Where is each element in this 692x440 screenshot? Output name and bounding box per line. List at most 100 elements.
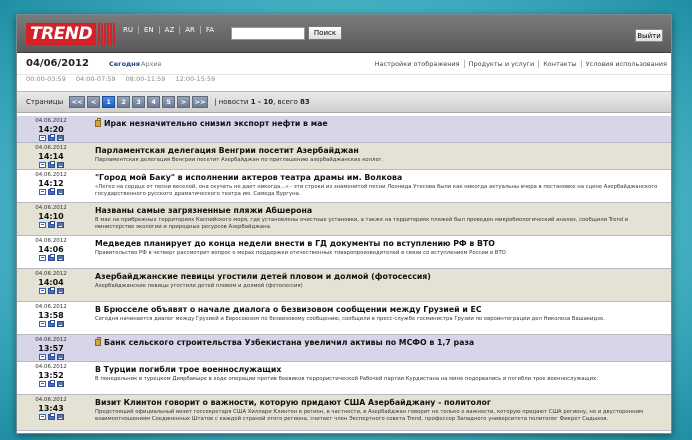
news-row[interactable]: 04.06.2012 14:20 Ирак незначительно сниз… (17, 116, 671, 143)
news-row[interactable]: 04.06.2012 14:14 Парламентская делегация… (17, 143, 671, 170)
pager-page-3[interactable]: 3 (132, 96, 146, 108)
email-icon[interactable] (56, 135, 64, 141)
news-meta: 04.06.2012 13:52 (17, 362, 85, 394)
news-meta: 04.06.2012 14:10 (17, 203, 85, 235)
pager-page-1[interactable]: 1 (102, 96, 116, 108)
news-row[interactable]: 04.06.2012 13:52 В Турции погибли трое в… (17, 362, 671, 395)
news-time: 13:43 (38, 404, 64, 413)
time-range-3[interactable]: 12:00-15:59 (175, 75, 215, 87)
news-row[interactable]: 04.06.2012 14:10 Названы самые загрязнен… (17, 203, 671, 236)
news-actions (17, 188, 85, 195)
search-button[interactable]: Поиск (308, 26, 342, 40)
news-time: 14:04 (38, 278, 64, 287)
news-title[interactable]: Медведев планирует до конца недели внест… (95, 239, 665, 249)
news-row[interactable]: 04.06.2012 13:43 Визит Клинтон говорит о… (17, 395, 671, 431)
trend-logo[interactable]: TREND (26, 23, 116, 45)
lang-ar[interactable]: AR (179, 26, 200, 34)
print-icon[interactable] (47, 320, 55, 327)
news-actions (17, 134, 85, 141)
news-title[interactable]: В Брюсселе объявят о начале диалога о бе… (95, 305, 665, 315)
open-document-icon[interactable] (38, 414, 46, 420)
email-icon[interactable] (56, 222, 64, 228)
open-document-icon[interactable] (38, 321, 46, 327)
open-document-icon[interactable] (38, 222, 46, 228)
email-icon[interactable] (56, 255, 64, 261)
news-row[interactable]: 04.06.2012 13:57 Банк сельского строител… (17, 335, 671, 362)
nav-terms[interactable]: Условия использования (580, 60, 671, 68)
pager-page-2[interactable]: 2 (117, 96, 131, 108)
news-title[interactable]: Визит Клинтон говорит о важности, котору… (95, 398, 665, 408)
open-document-icon[interactable] (38, 288, 46, 294)
lang-en[interactable]: EN (138, 26, 159, 34)
news-row[interactable]: 04.06.2012 14:06 Медведев планирует до к… (17, 236, 671, 269)
news-date: 04.06.2012 (35, 118, 67, 124)
open-document-icon[interactable] (38, 255, 46, 261)
nav-display-settings[interactable]: Настройки отображения (371, 60, 464, 68)
pager-label: Страницы (26, 98, 64, 106)
exit-button[interactable]: Выйти (635, 29, 663, 42)
news-row[interactable]: 04.06.2012 14:04 Азербайджанские певицы … (17, 269, 671, 302)
news-title-text: Ирак незначительно снизил экспорт нефти … (104, 119, 328, 128)
email-icon[interactable] (56, 321, 64, 327)
email-icon[interactable] (56, 414, 64, 420)
open-document-icon[interactable] (38, 162, 46, 168)
news-title[interactable]: Парламентская делегация Венгрии посетит … (95, 146, 665, 156)
pager-prev-button[interactable]: < (87, 96, 101, 108)
news-title[interactable]: Ирак незначительно снизил экспорт нефти … (95, 118, 665, 129)
print-icon[interactable] (47, 287, 55, 294)
news-title[interactable]: Азербайджанские певицы угостили детей пл… (95, 272, 665, 282)
news-actions (17, 413, 85, 420)
email-icon[interactable] (56, 162, 64, 168)
logo-stripes-icon (97, 23, 116, 45)
news-body: В Брюсселе объявят о начале диалога о бе… (85, 302, 671, 334)
email-icon[interactable] (56, 381, 64, 387)
print-icon[interactable] (47, 161, 55, 168)
news-time: 13:58 (38, 311, 64, 320)
time-range-1[interactable]: 04:00-07:59 (76, 75, 116, 87)
pager-first-button[interactable]: << (69, 96, 86, 108)
lang-ru[interactable]: RU (123, 26, 138, 34)
print-icon[interactable] (47, 221, 55, 228)
lang-fa[interactable]: FA (199, 26, 219, 34)
print-icon[interactable] (47, 413, 55, 420)
news-row[interactable]: 04.06.2012 14:12 "Город мой Баку" в испо… (17, 170, 671, 203)
news-body: Названы самые загрязненные пляжи Абшерон… (85, 203, 671, 235)
nav-contacts[interactable]: Контакты (538, 60, 580, 68)
news-description: Парламентская делегация Венгрии посетит … (95, 157, 384, 163)
time-range-0[interactable]: 00:00-03:59 (26, 75, 66, 87)
print-icon[interactable] (47, 188, 55, 195)
open-document-icon[interactable] (38, 354, 46, 360)
email-icon[interactable] (56, 189, 64, 195)
news-meta: 04.06.2012 14:12 (17, 170, 85, 202)
open-document-icon[interactable] (38, 135, 46, 141)
print-icon[interactable] (47, 254, 55, 261)
pager-info: | новости 1 - 10, всего 83 (214, 98, 310, 106)
news-meta: 04.06.2012 13:43 (17, 395, 85, 430)
pager-next-button[interactable]: > (177, 96, 191, 108)
nav-products[interactable]: Продукты и услуги (463, 60, 539, 68)
lang-az[interactable]: AZ (158, 26, 180, 34)
open-document-icon[interactable] (38, 189, 46, 195)
search-input[interactable] (231, 27, 305, 40)
news-description: В мае на прибрежных территориях Каспийск… (95, 217, 629, 230)
pager-last-button[interactable]: >> (192, 96, 209, 108)
news-title[interactable]: "Город мой Баку" в исполнении актеров те… (95, 173, 665, 183)
print-icon[interactable] (47, 380, 55, 387)
news-title[interactable]: Банк сельского строительства Узбекистана… (95, 337, 665, 348)
print-icon[interactable] (47, 134, 55, 141)
time-range-2[interactable]: 08:00-11:59 (126, 75, 166, 87)
pager-page-5[interactable]: 5 (162, 96, 176, 108)
email-icon[interactable] (56, 288, 64, 294)
news-title[interactable]: В Турции погибли трое военнослужащих (95, 365, 665, 375)
browser-window: TREND RU EN AZ AR FA Поиск Выйти 04/06/2… (16, 14, 672, 434)
news-description: В понедельник в турецком Диярбакыре в хо… (95, 376, 598, 382)
news-title[interactable]: Названы самые загрязненные пляжи Абшерон… (95, 206, 665, 216)
email-icon[interactable] (56, 354, 64, 360)
pager-page-4[interactable]: 4 (147, 96, 161, 108)
today-link[interactable]: Сегодня (109, 60, 140, 68)
archive-link[interactable]: Архив (141, 60, 161, 68)
open-document-icon[interactable] (38, 381, 46, 387)
news-time: 14:20 (38, 125, 64, 134)
print-icon[interactable] (47, 353, 55, 360)
news-row[interactable]: 04.06.2012 13:58 В Брюсселе объявят о на… (17, 302, 671, 335)
